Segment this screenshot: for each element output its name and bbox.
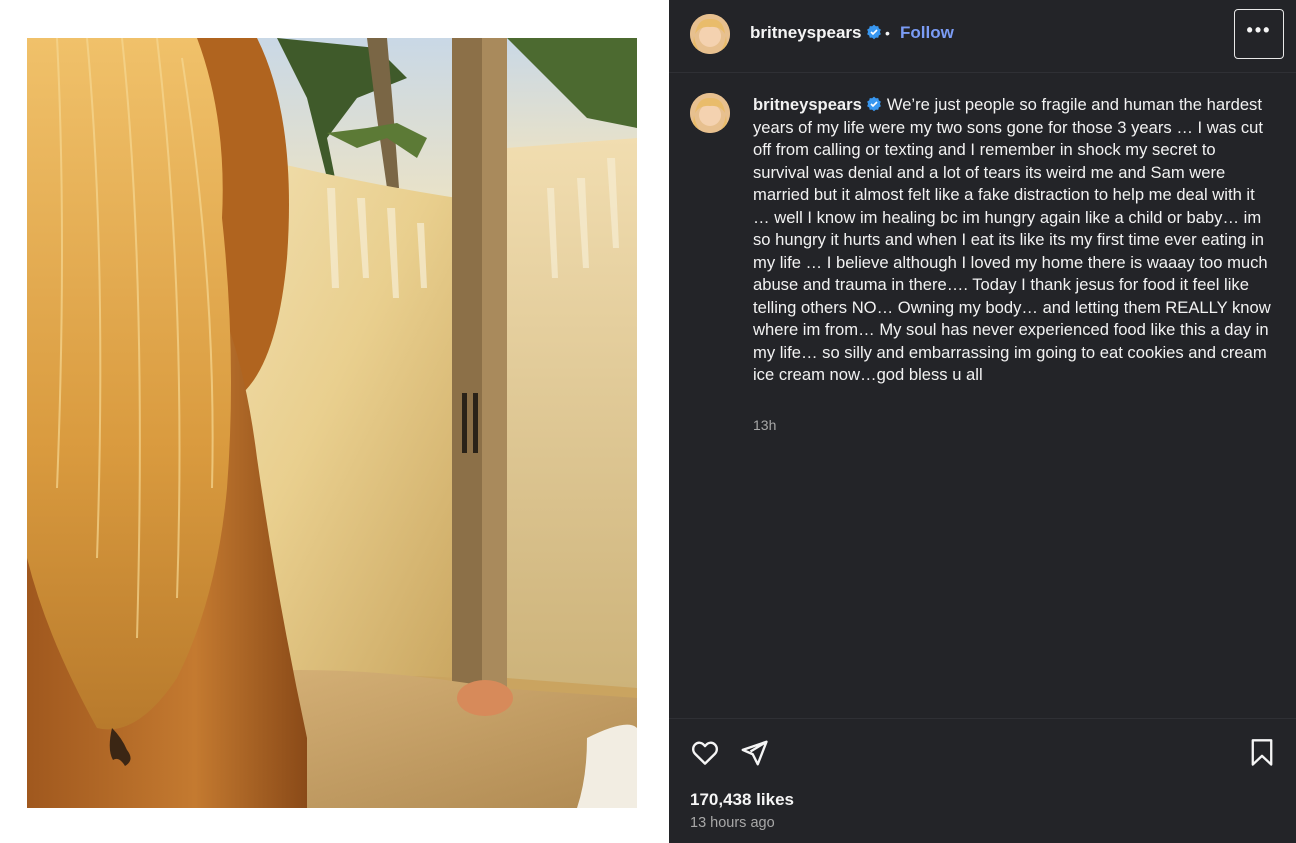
likes-count[interactable]: 170,438 likes (690, 790, 794, 810)
separator-dot: • (885, 25, 890, 41)
header-username[interactable]: britneyspears (750, 23, 882, 43)
heart-icon[interactable] (690, 738, 720, 768)
post-sidebar: britneyspears • Follow ••• britneyspears… (669, 0, 1296, 843)
caption-username[interactable]: britneyspears (753, 95, 862, 114)
verified-badge-icon (866, 96, 881, 112)
caption-avatar[interactable] (690, 93, 730, 133)
header-username-text[interactable]: britneyspears (750, 23, 862, 42)
post-photo[interactable] (27, 38, 637, 808)
media-pane (0, 0, 669, 843)
caption-timestamp[interactable]: 13h (753, 417, 776, 433)
post-time-ago[interactable]: 13 hours ago (690, 815, 775, 831)
verified-badge-icon (866, 24, 881, 40)
bookmark-icon[interactable] (1248, 738, 1276, 768)
post-caption: britneyspears We’re just people so fragil… (753, 94, 1273, 387)
post-header: britneyspears • Follow ••• (669, 0, 1296, 73)
avatar[interactable] (690, 14, 730, 54)
more-options-button[interactable]: ••• (1234, 9, 1284, 59)
share-paper-plane-icon[interactable] (739, 738, 769, 768)
more-options-icon: ••• (1246, 20, 1272, 40)
caption-text: We’re just people so fragile and human t… (753, 95, 1271, 384)
actions-divider (669, 718, 1296, 719)
follow-button[interactable]: Follow (900, 23, 954, 43)
